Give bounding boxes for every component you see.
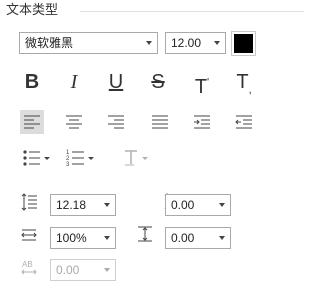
section-divider [80, 11, 304, 12]
line-spacing-select[interactable]: 12.18 [50, 194, 116, 216]
numbered-list-button[interactable]: 1 2 3 [64, 146, 100, 170]
baseline-offset-value: 0.00 [171, 231, 195, 245]
align-left-icon [24, 115, 40, 129]
chevron-down-icon [104, 203, 110, 207]
line-spacing-icon [20, 192, 38, 212]
text-style-button[interactable] [120, 146, 156, 170]
char-spacing-icon: AB [20, 258, 38, 278]
text-style-icon [125, 150, 148, 166]
align-right-button[interactable] [104, 110, 128, 134]
svg-text:3: 3 [66, 162, 70, 168]
chevron-down-icon [104, 236, 110, 240]
color-swatch-fill [234, 34, 253, 53]
baseline-offset-select[interactable]: 0.00 [165, 227, 231, 249]
paragraph-spacing-select[interactable]: 0.00 [165, 194, 231, 216]
numbered-list-icon: 1 2 3 [66, 150, 94, 168]
font-size-select[interactable]: 12.00 [165, 32, 226, 54]
justify-button[interactable] [148, 110, 172, 134]
subscript-icon: T, [236, 71, 252, 96]
chevron-down-icon [104, 268, 110, 272]
font-family-select[interactable]: 微软雅黑 [19, 32, 158, 54]
align-center-icon [66, 115, 82, 129]
char-scale-value: 100% [56, 231, 87, 245]
line-spacing-value: 12.18 [56, 198, 87, 212]
justify-icon [152, 115, 168, 129]
bullet-list-icon [23, 150, 50, 166]
char-spacing-value: 0.00 [56, 263, 80, 277]
chevron-down-icon [219, 203, 225, 207]
italic-icon: I [70, 71, 78, 93]
chevron-down-icon [146, 41, 152, 45]
underline-button[interactable]: U [104, 70, 128, 94]
bullet-list-button[interactable] [20, 146, 56, 170]
char-scale-icon [20, 225, 38, 245]
strikethrough-button[interactable]: S [146, 70, 170, 94]
outdent-button[interactable] [232, 110, 256, 134]
svg-text:AB: AB [22, 260, 33, 269]
superscript-icon: T' [194, 75, 210, 98]
baseline-offset-icon [136, 224, 154, 244]
superscript-button[interactable]: T' [190, 70, 214, 98]
indent-icon [194, 115, 210, 129]
section-title: 文本类型 [6, 2, 59, 17]
bold-icon: B [24, 71, 40, 93]
subscript-button[interactable]: T, [232, 70, 256, 96]
chevron-down-icon [214, 41, 220, 45]
underline-icon: U [108, 71, 124, 93]
font-size-value: 12.00 [171, 36, 202, 50]
char-scale-select[interactable]: 100% [50, 227, 116, 249]
indent-button[interactable] [190, 110, 214, 134]
align-center-button[interactable] [62, 110, 86, 134]
char-spacing-select[interactable]: 0.00 [50, 259, 116, 281]
paragraph-spacing-value: 0.00 [171, 198, 195, 212]
outdent-icon [235, 115, 252, 129]
font-family-value: 微软雅黑 [25, 36, 74, 50]
align-right-icon [108, 115, 124, 129]
strikethrough-icon: S [151, 71, 165, 93]
font-color-picker[interactable] [231, 31, 256, 56]
italic-button[interactable]: I [62, 70, 86, 94]
chevron-down-icon [219, 236, 225, 240]
align-left-button[interactable] [20, 110, 44, 134]
bold-button[interactable]: B [20, 70, 44, 94]
